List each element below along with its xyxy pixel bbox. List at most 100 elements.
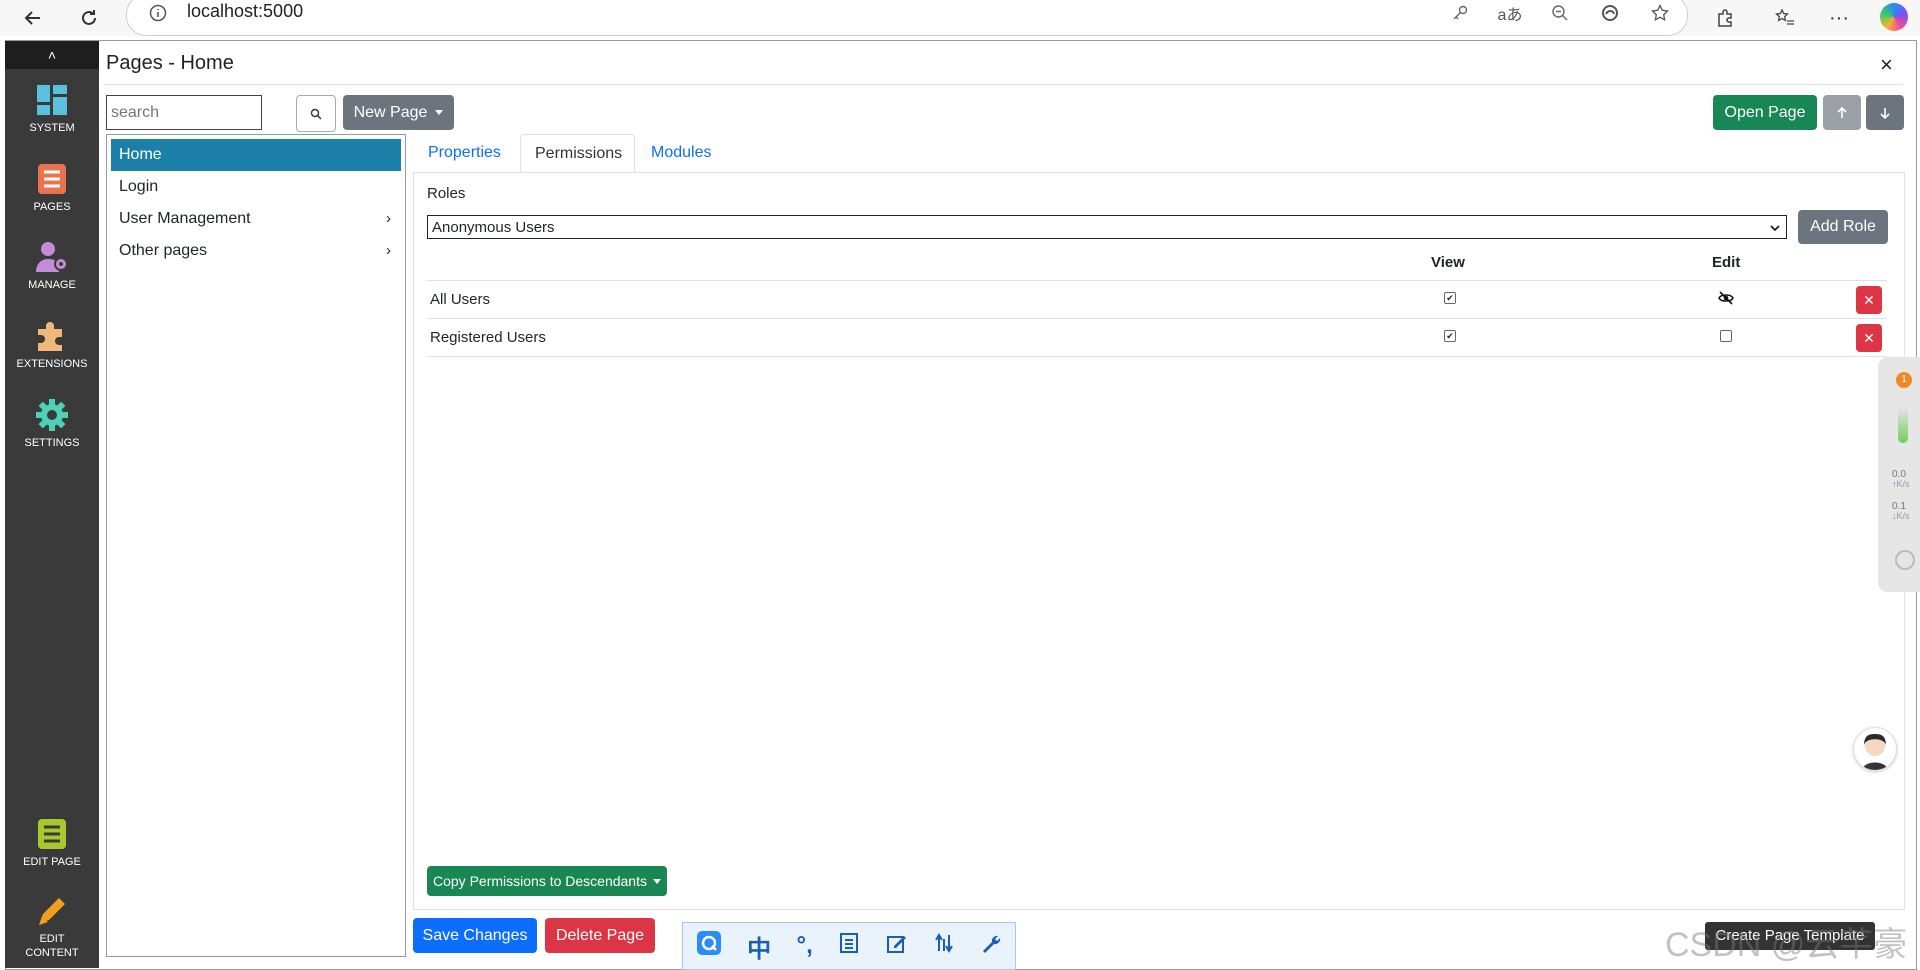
tree-item-other-pages[interactable]: Other pages › bbox=[111, 235, 401, 267]
remove-role-button[interactable]: ✕ bbox=[1856, 324, 1882, 352]
permission-row: Registered Users ✔ ✕ bbox=[427, 318, 1887, 357]
sidebar-item-label-line1: EDIT bbox=[39, 933, 65, 945]
sidebar-item-pages[interactable]: PAGES bbox=[5, 162, 99, 214]
save-changes-button[interactable]: Save Changes bbox=[413, 918, 537, 953]
extensions-icon[interactable] bbox=[1710, 3, 1740, 33]
tree-item-label: Login bbox=[119, 178, 159, 195]
tree-item-login[interactable]: Login bbox=[111, 171, 401, 203]
sidebar-item-settings[interactable]: SETTINGS bbox=[5, 398, 99, 450]
open-page-button[interactable]: Open Page bbox=[1713, 95, 1817, 130]
move-down-button[interactable] bbox=[1866, 95, 1904, 130]
copy-permissions-button[interactable]: Copy Permissions to Descendants bbox=[427, 866, 667, 896]
move-up-button[interactable] bbox=[1823, 95, 1861, 130]
view-checkbox[interactable]: ✔ bbox=[1444, 330, 1456, 342]
caret-down-icon bbox=[653, 878, 661, 884]
copilot-icon[interactable] bbox=[1880, 3, 1908, 31]
sidebar-item-label-line2: CONTENT bbox=[25, 947, 79, 959]
key-icon[interactable] bbox=[1445, 0, 1475, 28]
favorite-star-icon[interactable] bbox=[1645, 0, 1675, 28]
delete-page-button[interactable]: Delete Page bbox=[545, 918, 655, 953]
page-tree: Home Login User Management › Other pages… bbox=[106, 134, 406, 957]
sidebar-collapse-button[interactable]: ˄ bbox=[5, 41, 99, 69]
chevron-right-icon[interactable]: › bbox=[386, 235, 391, 267]
refresh-icon[interactable] bbox=[1895, 550, 1915, 570]
puzzle-icon bbox=[35, 319, 69, 353]
sidebar-item-manage[interactable]: MANAGE bbox=[5, 240, 99, 292]
assistant-avatar[interactable] bbox=[1853, 727, 1897, 771]
voice-input-icon[interactable] bbox=[933, 932, 955, 961]
back-icon[interactable] bbox=[18, 3, 48, 33]
caret-down-icon bbox=[435, 110, 444, 115]
sidebar-item-edit-content[interactable]: EDIT CONTENT bbox=[5, 894, 99, 960]
translate-icon[interactable]: aあ bbox=[1495, 0, 1525, 28]
edit-page-icon bbox=[35, 817, 69, 851]
tree-item-label: Other pages bbox=[119, 242, 208, 259]
eye-slash-icon[interactable] bbox=[1718, 290, 1734, 311]
browser-toolbar: localhost:5000 aあ ··· bbox=[0, 0, 1920, 36]
chinese-mode-icon[interactable]: 中 bbox=[747, 929, 771, 964]
ime-toolbar: 中 °, bbox=[682, 922, 1016, 970]
edit-checkbox[interactable] bbox=[1720, 330, 1732, 342]
tree-item-user-management[interactable]: User Management › bbox=[111, 203, 401, 235]
new-page-button[interactable]: New Page bbox=[343, 95, 454, 130]
address-bar[interactable]: localhost:5000 aあ bbox=[126, 0, 1688, 36]
arrow-down-icon bbox=[1880, 107, 1890, 119]
pencil-icon bbox=[35, 894, 69, 928]
site-info-icon[interactable] bbox=[143, 0, 173, 28]
tree-item-label: User Management bbox=[119, 210, 251, 227]
zoom-out-icon[interactable] bbox=[1545, 0, 1575, 28]
save-changes-label: Save Changes bbox=[422, 926, 528, 944]
remove-role-button[interactable]: ✕ bbox=[1856, 286, 1882, 314]
level-meter bbox=[1898, 407, 1908, 443]
sidebar-item-edit-page[interactable]: EDIT PAGE bbox=[5, 817, 99, 869]
url-text: localhost:5000 bbox=[187, 1, 304, 21]
edge-reading-icon[interactable] bbox=[1595, 0, 1625, 28]
punctuation-icon[interactable]: °, bbox=[796, 932, 812, 960]
close-button[interactable]: × bbox=[1880, 52, 1893, 78]
dashboard-icon bbox=[35, 83, 69, 117]
wrench-icon[interactable] bbox=[980, 932, 1002, 961]
add-role-label: Add Role bbox=[1810, 218, 1876, 235]
net-up-unit: ↑K/s bbox=[1892, 479, 1910, 489]
add-role-button[interactable]: Add Role bbox=[1798, 210, 1888, 244]
delete-page-label: Delete Page bbox=[555, 926, 645, 944]
chevron-down-icon bbox=[1770, 216, 1780, 241]
tab-properties[interactable]: Properties bbox=[414, 134, 515, 172]
favorites-list-icon[interactable] bbox=[1770, 3, 1800, 33]
pages-icon bbox=[35, 162, 69, 196]
search-icon bbox=[310, 108, 322, 119]
roles-label: Roles bbox=[427, 185, 466, 202]
chevron-right-icon[interactable]: › bbox=[386, 203, 391, 235]
sidebar-item-label: EDIT PAGE bbox=[23, 856, 81, 868]
column-header-edit: Edit bbox=[1712, 254, 1741, 271]
admin-sidebar: ˄ SYSTEM PAGES MANAGE EXTENSIONS SETTING… bbox=[5, 41, 99, 968]
sidebar-item-label: EXTENSIONS bbox=[16, 358, 88, 370]
view-checkbox[interactable]: ✔ bbox=[1444, 292, 1456, 304]
notification-badge: 1 bbox=[1896, 372, 1912, 388]
tab-label: Modules bbox=[651, 144, 712, 161]
tree-item-label: Home bbox=[119, 146, 162, 163]
more-menu-icon[interactable]: ··· bbox=[1824, 3, 1854, 33]
tree-item-home[interactable]: Home bbox=[111, 139, 401, 171]
ime-logo-icon[interactable] bbox=[696, 930, 722, 963]
sidebar-item-label: SETTINGS bbox=[24, 437, 80, 449]
search-button[interactable] bbox=[296, 95, 336, 132]
sidebar-item-extensions[interactable]: EXTENSIONS bbox=[5, 319, 99, 371]
sidebar-item-label: SYSTEM bbox=[29, 122, 75, 134]
notes-icon[interactable] bbox=[838, 932, 860, 961]
sidebar-item-system[interactable]: SYSTEM bbox=[5, 83, 99, 135]
tab-modules[interactable]: Modules bbox=[637, 134, 725, 172]
handwrite-icon[interactable] bbox=[886, 932, 908, 961]
tab-permissions[interactable]: Permissions bbox=[520, 134, 635, 172]
search-input[interactable] bbox=[106, 95, 262, 130]
reload-icon[interactable] bbox=[74, 3, 104, 33]
copy-permissions-label: Copy Permissions to Descendants bbox=[433, 873, 647, 889]
role-select-value: Anonymous Users bbox=[432, 219, 555, 236]
gear-icon bbox=[35, 398, 69, 432]
network-monitor-widget[interactable]: 1 0.0 ↑K/s 0.1 ↓K/s bbox=[1878, 357, 1920, 592]
tab-label: Properties bbox=[428, 144, 501, 161]
page-title: Pages - Home bbox=[106, 52, 234, 74]
sidebar-item-label: MANAGE bbox=[28, 279, 76, 291]
role-select[interactable]: Anonymous Users bbox=[427, 215, 1787, 239]
column-header-view: View bbox=[1431, 254, 1465, 271]
